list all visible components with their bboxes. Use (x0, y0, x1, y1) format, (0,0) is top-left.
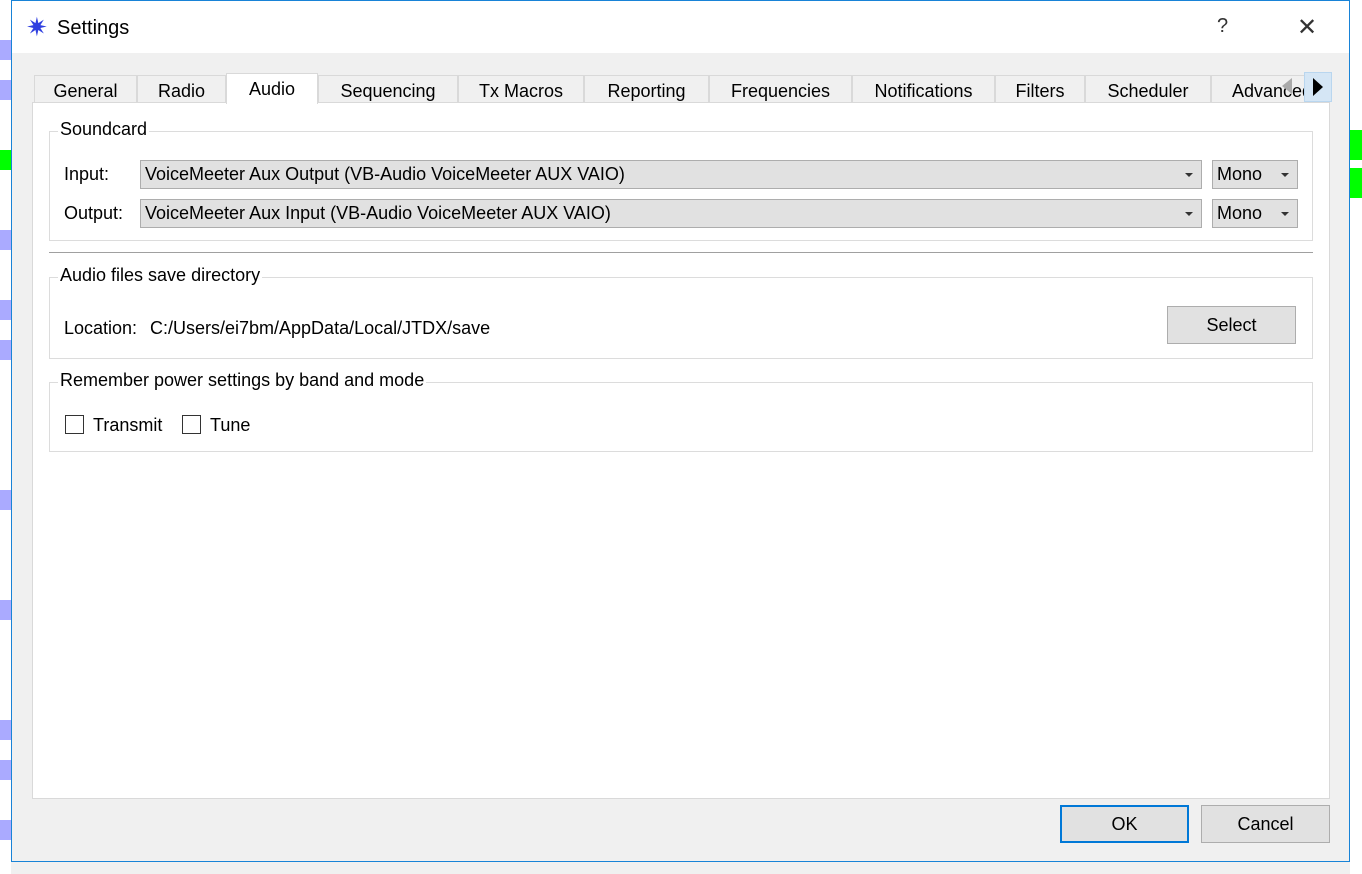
tab-scroll (1282, 72, 1332, 102)
save-directory-group: Audio files save directory Location: C:/… (49, 265, 1313, 359)
soundcard-group: Soundcard Input: VoiceMeeter Aux Output … (49, 119, 1313, 241)
chevron-down-icon (1185, 212, 1193, 216)
tab-filters[interactable]: Filters (995, 75, 1085, 104)
output-device-value: VoiceMeeter Aux Input (VB-Audio VoiceMee… (145, 203, 611, 223)
location-value: C:/Users/ei7bm/AppData/Local/JTDX/save (150, 318, 491, 338)
help-button[interactable]: ? (1217, 15, 1241, 38)
background-window-left (0, 0, 11, 874)
transmit-label: Transmit (93, 415, 163, 435)
background-window-bottom (11, 862, 1350, 874)
tune-label: Tune (210, 415, 251, 435)
transmit-checkbox[interactable] (65, 415, 84, 434)
cancel-button[interactable]: Cancel (1201, 805, 1330, 843)
audio-tab-panel: Soundcard Input: VoiceMeeter Aux Output … (32, 102, 1330, 799)
select-directory-button[interactable]: Select (1167, 306, 1296, 344)
power-settings-group-title: Remember power settings by band and mode (58, 370, 427, 391)
soundcard-group-title: Soundcard (58, 119, 150, 140)
output-device-select[interactable]: VoiceMeeter Aux Input (VB-Audio VoiceMee… (140, 199, 1202, 228)
tab-sequencing[interactable]: Sequencing (318, 75, 458, 104)
title-bar: ✷ Settings ? ✕ (12, 1, 1349, 53)
location-label: Location: (64, 318, 138, 338)
output-channel-value: Mono (1217, 203, 1263, 223)
chevron-down-icon (1281, 212, 1289, 216)
input-channel-value: Mono (1217, 164, 1263, 184)
input-device-value: VoiceMeeter Aux Output (VB-Audio VoiceMe… (145, 164, 625, 184)
tab-frequencies[interactable]: Frequencies (709, 75, 852, 104)
tab-scroll-left-icon[interactable] (1282, 78, 1292, 94)
background-window-right (1350, 0, 1362, 874)
tab-reporting[interactable]: Reporting (584, 75, 709, 104)
tab-bar: General Radio Audio Sequencing Tx Macros… (34, 73, 1332, 104)
tab-audio[interactable]: Audio (226, 73, 318, 104)
tab-scheduler[interactable]: Scheduler (1085, 75, 1211, 104)
input-label: Input: (64, 164, 110, 184)
save-directory-group-title: Audio files save directory (58, 265, 263, 286)
chevron-down-icon (1185, 173, 1193, 177)
divider (49, 252, 1313, 253)
dialog-title: Settings (57, 17, 130, 39)
close-button[interactable]: ✕ (1297, 13, 1317, 42)
compass-star-icon: ✷ (26, 12, 48, 42)
settings-dialog: ✷ Settings ? ✕ General Radio Audio Seque… (11, 0, 1350, 862)
tune-checkbox[interactable] (182, 415, 201, 434)
input-channel-select[interactable]: Mono (1212, 160, 1298, 189)
input-device-select[interactable]: VoiceMeeter Aux Output (VB-Audio VoiceMe… (140, 160, 1202, 189)
tab-scroll-right-icon[interactable] (1304, 72, 1332, 102)
tab-notifications[interactable]: Notifications (852, 75, 995, 104)
output-channel-select[interactable]: Mono (1212, 199, 1298, 228)
power-settings-group: Remember power settings by band and mode… (49, 370, 1313, 452)
ok-button[interactable]: OK (1060, 805, 1189, 843)
chevron-down-icon (1281, 173, 1289, 177)
tab-tx-macros[interactable]: Tx Macros (458, 75, 584, 104)
tab-radio[interactable]: Radio (137, 75, 226, 104)
tab-general[interactable]: General (34, 75, 137, 104)
output-label: Output: (64, 203, 124, 223)
